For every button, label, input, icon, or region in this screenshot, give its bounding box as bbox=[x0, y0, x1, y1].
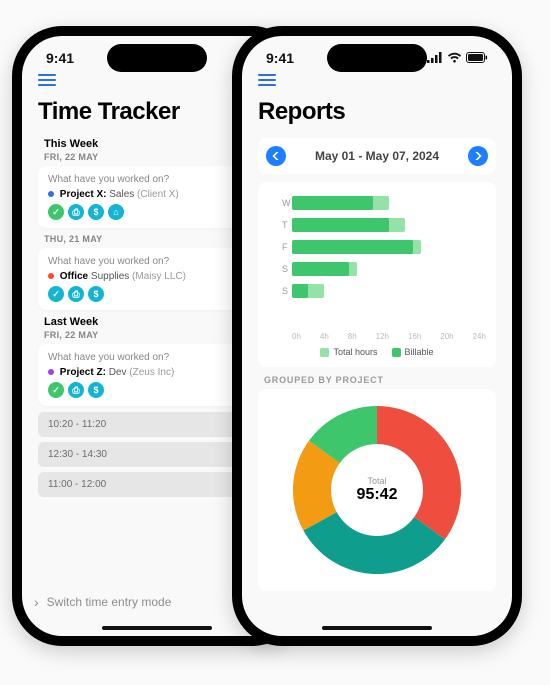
project-color-dot bbox=[48, 191, 54, 197]
bar-day-label: S bbox=[282, 286, 292, 296]
bar-day-label: S bbox=[282, 264, 292, 274]
entry-chip-icon[interactable]: ⎙ bbox=[68, 286, 84, 302]
bar-day-label: T bbox=[282, 220, 292, 230]
phone-screen-reports: 9:41 Reports M bbox=[242, 36, 512, 636]
cellular-icon bbox=[427, 51, 443, 66]
project-donut-chart: Total 95:42 bbox=[258, 389, 496, 591]
legend-swatch-billable bbox=[392, 348, 401, 357]
menu-icon[interactable] bbox=[258, 74, 276, 86]
project-client: (Client X) bbox=[137, 189, 179, 200]
home-indicator bbox=[102, 626, 212, 630]
entry-chip-icon[interactable]: ✓ bbox=[48, 382, 64, 398]
bar-billable-hours bbox=[292, 196, 373, 210]
project-color-dot bbox=[48, 369, 54, 375]
bar-billable-hours bbox=[292, 284, 308, 298]
menu-icon[interactable] bbox=[38, 74, 56, 86]
project-detail: Sales bbox=[109, 189, 134, 200]
group-by-label: GROUPED BY PROJECT bbox=[264, 375, 496, 385]
chevron-right-icon bbox=[474, 152, 482, 160]
bar-row: S bbox=[282, 258, 486, 280]
bar-row: S bbox=[282, 280, 486, 302]
page-title: Reports bbox=[258, 98, 496, 126]
next-range-button[interactable] bbox=[468, 146, 488, 166]
home-indicator bbox=[322, 626, 432, 630]
project-color-dot bbox=[48, 273, 54, 279]
xaxis-tick: 0h bbox=[292, 332, 301, 341]
xaxis-tick: 20h bbox=[440, 332, 453, 341]
bar-row: F bbox=[282, 236, 486, 258]
xaxis-tick: 12h bbox=[376, 332, 389, 341]
switch-mode-button[interactable]: › Switch time entry mode bbox=[34, 594, 171, 610]
phone-frame-reports: 9:41 Reports M bbox=[232, 26, 522, 646]
phone-notch bbox=[327, 44, 427, 72]
legend-billable-label: Billable bbox=[405, 347, 434, 357]
prev-range-button[interactable] bbox=[266, 146, 286, 166]
status-time: 9:41 bbox=[46, 50, 74, 66]
entry-chip-icon[interactable]: $ bbox=[88, 382, 104, 398]
date-range-picker: May 01 - May 07, 2024 bbox=[258, 138, 496, 174]
entry-chip-icon[interactable]: ⌂ bbox=[108, 204, 124, 220]
phone-notch bbox=[107, 44, 207, 72]
bar-billable-hours bbox=[292, 240, 413, 254]
reports-page: Reports May 01 - May 07, 2024 W T F S S 0h 4h… bbox=[242, 70, 512, 630]
xaxis-tick: 4h bbox=[320, 332, 329, 341]
donut-center-value: 95:42 bbox=[357, 486, 398, 504]
donut-slice bbox=[377, 406, 461, 539]
entry-chip-icon[interactable]: $ bbox=[88, 204, 104, 220]
date-range-label[interactable]: May 01 - May 07, 2024 bbox=[315, 149, 439, 163]
project-client: (Maisy LLC) bbox=[132, 271, 186, 282]
bar-billable-hours bbox=[292, 262, 349, 276]
project-name: Project Z: bbox=[60, 367, 106, 378]
battery-icon bbox=[466, 51, 488, 66]
bar-day-label: W bbox=[282, 198, 292, 208]
legend-swatch-total bbox=[320, 348, 329, 357]
entry-chip-icon[interactable]: $ bbox=[88, 286, 104, 302]
bar-billable-hours bbox=[292, 218, 389, 232]
entry-chip-icon[interactable]: ✓ bbox=[48, 286, 64, 302]
bar-chart-xaxis: 0h 4h 8h 12h 16h 20h 24h bbox=[292, 332, 486, 341]
xaxis-tick: 16h bbox=[408, 332, 421, 341]
xaxis-tick: 24h bbox=[473, 332, 486, 341]
chevron-left-icon bbox=[272, 152, 280, 160]
status-icons bbox=[427, 51, 488, 66]
status-time: 9:41 bbox=[266, 50, 294, 66]
entry-chip-icon[interactable]: ✓ bbox=[48, 204, 64, 220]
project-name: Office bbox=[60, 271, 88, 282]
project-detail: Supplies bbox=[91, 271, 129, 282]
entry-chip-icon[interactable]: ⎙ bbox=[68, 382, 84, 398]
bar-chart-legend: Total hours Billable bbox=[268, 347, 486, 357]
entry-chip-icon[interactable]: ⎙ bbox=[68, 204, 84, 220]
chevron-right-icon: › bbox=[34, 594, 39, 610]
donut-center-label: Total bbox=[357, 476, 398, 486]
bar-row: T bbox=[282, 214, 486, 236]
legend-total-label: Total hours bbox=[333, 347, 377, 357]
wifi-icon bbox=[447, 51, 462, 66]
switch-mode-label: Switch time entry mode bbox=[47, 595, 172, 609]
hours-bar-chart: W T F S S 0h 4h 8h 12h 16h 20h 24h Total hours Bil… bbox=[258, 182, 496, 367]
project-detail: Dev bbox=[109, 367, 127, 378]
project-name: Project X: bbox=[60, 189, 107, 200]
xaxis-tick: 8h bbox=[348, 332, 357, 341]
project-client: (Zeus Inc) bbox=[129, 367, 174, 378]
donut-center: Total 95:42 bbox=[357, 476, 398, 504]
bar-day-label: F bbox=[282, 242, 292, 252]
bar-row: W bbox=[282, 192, 486, 214]
